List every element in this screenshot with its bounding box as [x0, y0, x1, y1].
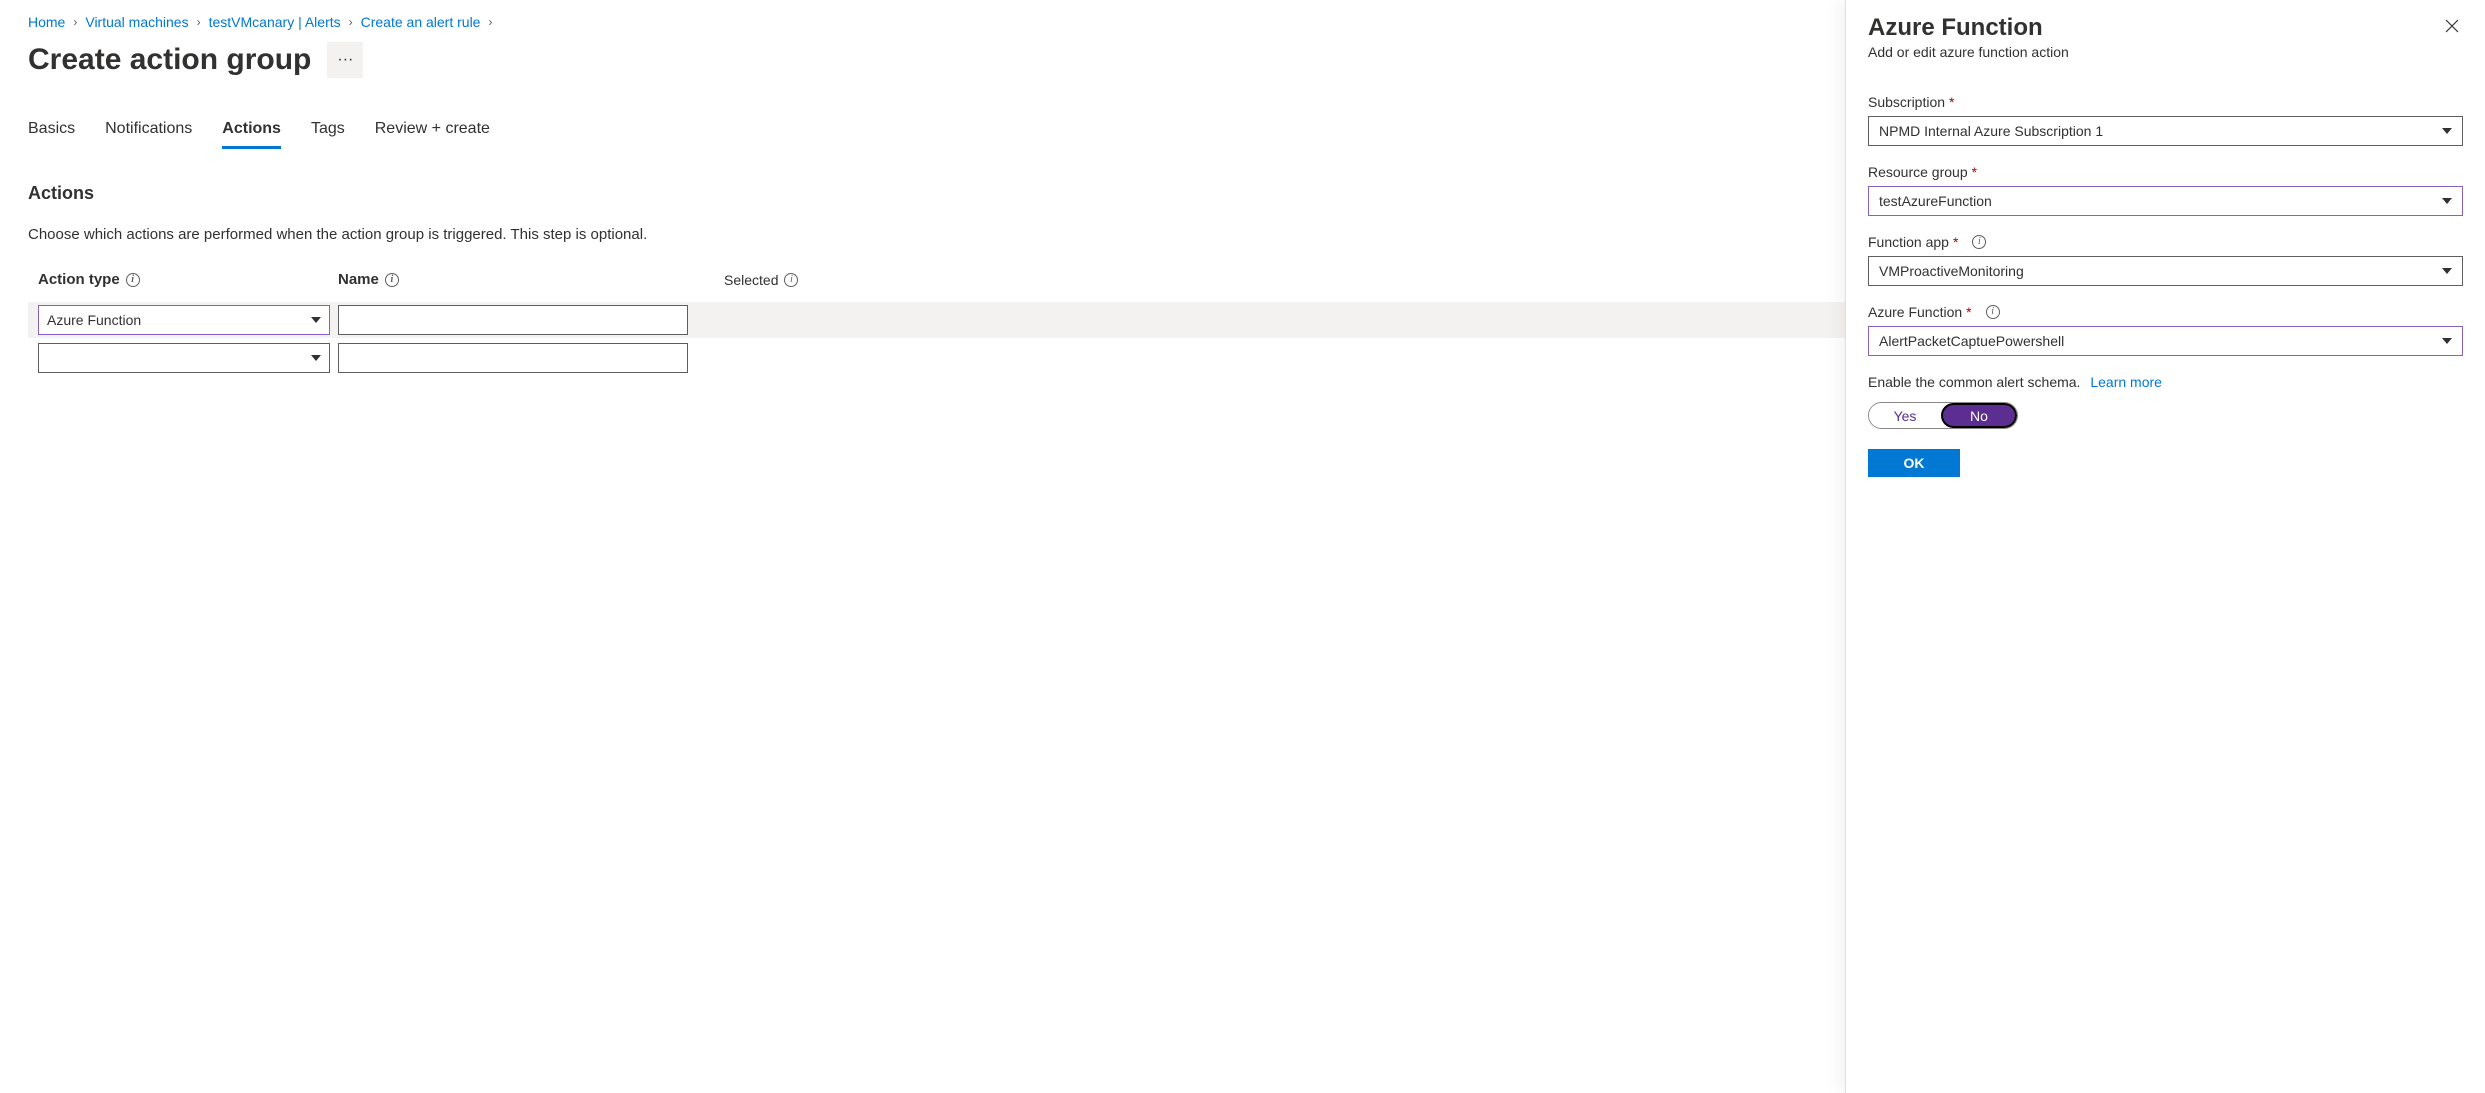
- breadcrumb-testvm-alerts[interactable]: testVMcanary | Alerts: [209, 14, 341, 30]
- resource-group-select[interactable]: testAzureFunction: [1868, 186, 2463, 216]
- toggle-no[interactable]: No: [1941, 403, 2017, 428]
- tab-notifications[interactable]: Notifications: [105, 120, 192, 149]
- common-alert-schema-toggle[interactable]: Yes No: [1868, 402, 2018, 429]
- function-app-label: Function app: [1868, 234, 1949, 250]
- chevron-down-icon: [2442, 198, 2452, 204]
- azure-function-value: AlertPacketCaptuePowershell: [1879, 333, 2064, 349]
- chevron-down-icon: [311, 355, 321, 361]
- required-asterisk: *: [1966, 304, 1971, 320]
- toggle-yes[interactable]: Yes: [1869, 403, 1941, 428]
- common-alert-schema-text: Enable the common alert schema.: [1868, 374, 2080, 390]
- action-type-select[interactable]: [38, 343, 330, 373]
- column-header-action-type: Action type: [38, 271, 120, 288]
- resource-group-label: Resource group: [1868, 164, 1968, 180]
- page-title: Create action group: [28, 43, 311, 77]
- column-header-selected: Selected: [724, 272, 778, 288]
- close-panel-button[interactable]: [2441, 14, 2463, 40]
- resource-group-value: testAzureFunction: [1879, 193, 1992, 209]
- action-type-value: Azure Function: [47, 312, 141, 328]
- panel-subtitle: Add or edit azure function action: [1868, 44, 2069, 60]
- action-name-input[interactable]: [338, 305, 688, 335]
- required-asterisk: *: [1972, 164, 1977, 180]
- chevron-right-icon: ›: [197, 15, 201, 29]
- subscription-value: NPMD Internal Azure Subscription 1: [1879, 123, 2103, 139]
- chevron-down-icon: [2442, 128, 2452, 134]
- info-icon[interactable]: i: [1972, 235, 1986, 249]
- learn-more-link[interactable]: Learn more: [2090, 374, 2162, 390]
- breadcrumb-home[interactable]: Home: [28, 14, 65, 30]
- info-icon[interactable]: i: [126, 273, 140, 287]
- tab-review-create[interactable]: Review + create: [375, 120, 490, 149]
- info-icon[interactable]: i: [1986, 305, 2000, 319]
- panel-title: Azure Function: [1868, 14, 2069, 42]
- action-name-input[interactable]: [338, 343, 688, 373]
- info-icon[interactable]: i: [784, 273, 798, 287]
- action-type-select[interactable]: Azure Function: [38, 305, 330, 335]
- subscription-label: Subscription: [1868, 94, 1945, 110]
- tab-basics[interactable]: Basics: [28, 120, 75, 149]
- function-app-value: VMProactiveMonitoring: [1879, 263, 2024, 279]
- azure-function-label: Azure Function: [1868, 304, 1962, 320]
- chevron-right-icon: ›: [349, 15, 353, 29]
- chevron-right-icon: ›: [73, 15, 77, 29]
- chevron-down-icon: [2442, 338, 2452, 344]
- tab-tags[interactable]: Tags: [311, 120, 345, 149]
- azure-function-panel: Azure Function Add or edit azure functio…: [1845, 0, 2485, 1093]
- close-icon: [2445, 19, 2459, 33]
- function-app-select[interactable]: VMProactiveMonitoring: [1868, 256, 2463, 286]
- tab-actions[interactable]: Actions: [222, 120, 281, 149]
- breadcrumb-create-alert-rule[interactable]: Create an alert rule: [361, 14, 481, 30]
- subscription-select[interactable]: NPMD Internal Azure Subscription 1: [1868, 116, 2463, 146]
- required-asterisk: *: [1953, 234, 1958, 250]
- chevron-down-icon: [311, 317, 321, 323]
- azure-function-select[interactable]: AlertPacketCaptuePowershell: [1868, 326, 2463, 356]
- more-actions-button[interactable]: ···: [327, 42, 363, 78]
- chevron-down-icon: [2442, 268, 2452, 274]
- breadcrumb-virtual-machines[interactable]: Virtual machines: [85, 14, 188, 30]
- ok-button[interactable]: OK: [1868, 449, 1960, 477]
- required-asterisk: *: [1949, 94, 1954, 110]
- column-header-name: Name: [338, 271, 379, 288]
- chevron-right-icon: ›: [488, 15, 492, 29]
- info-icon[interactable]: i: [385, 273, 399, 287]
